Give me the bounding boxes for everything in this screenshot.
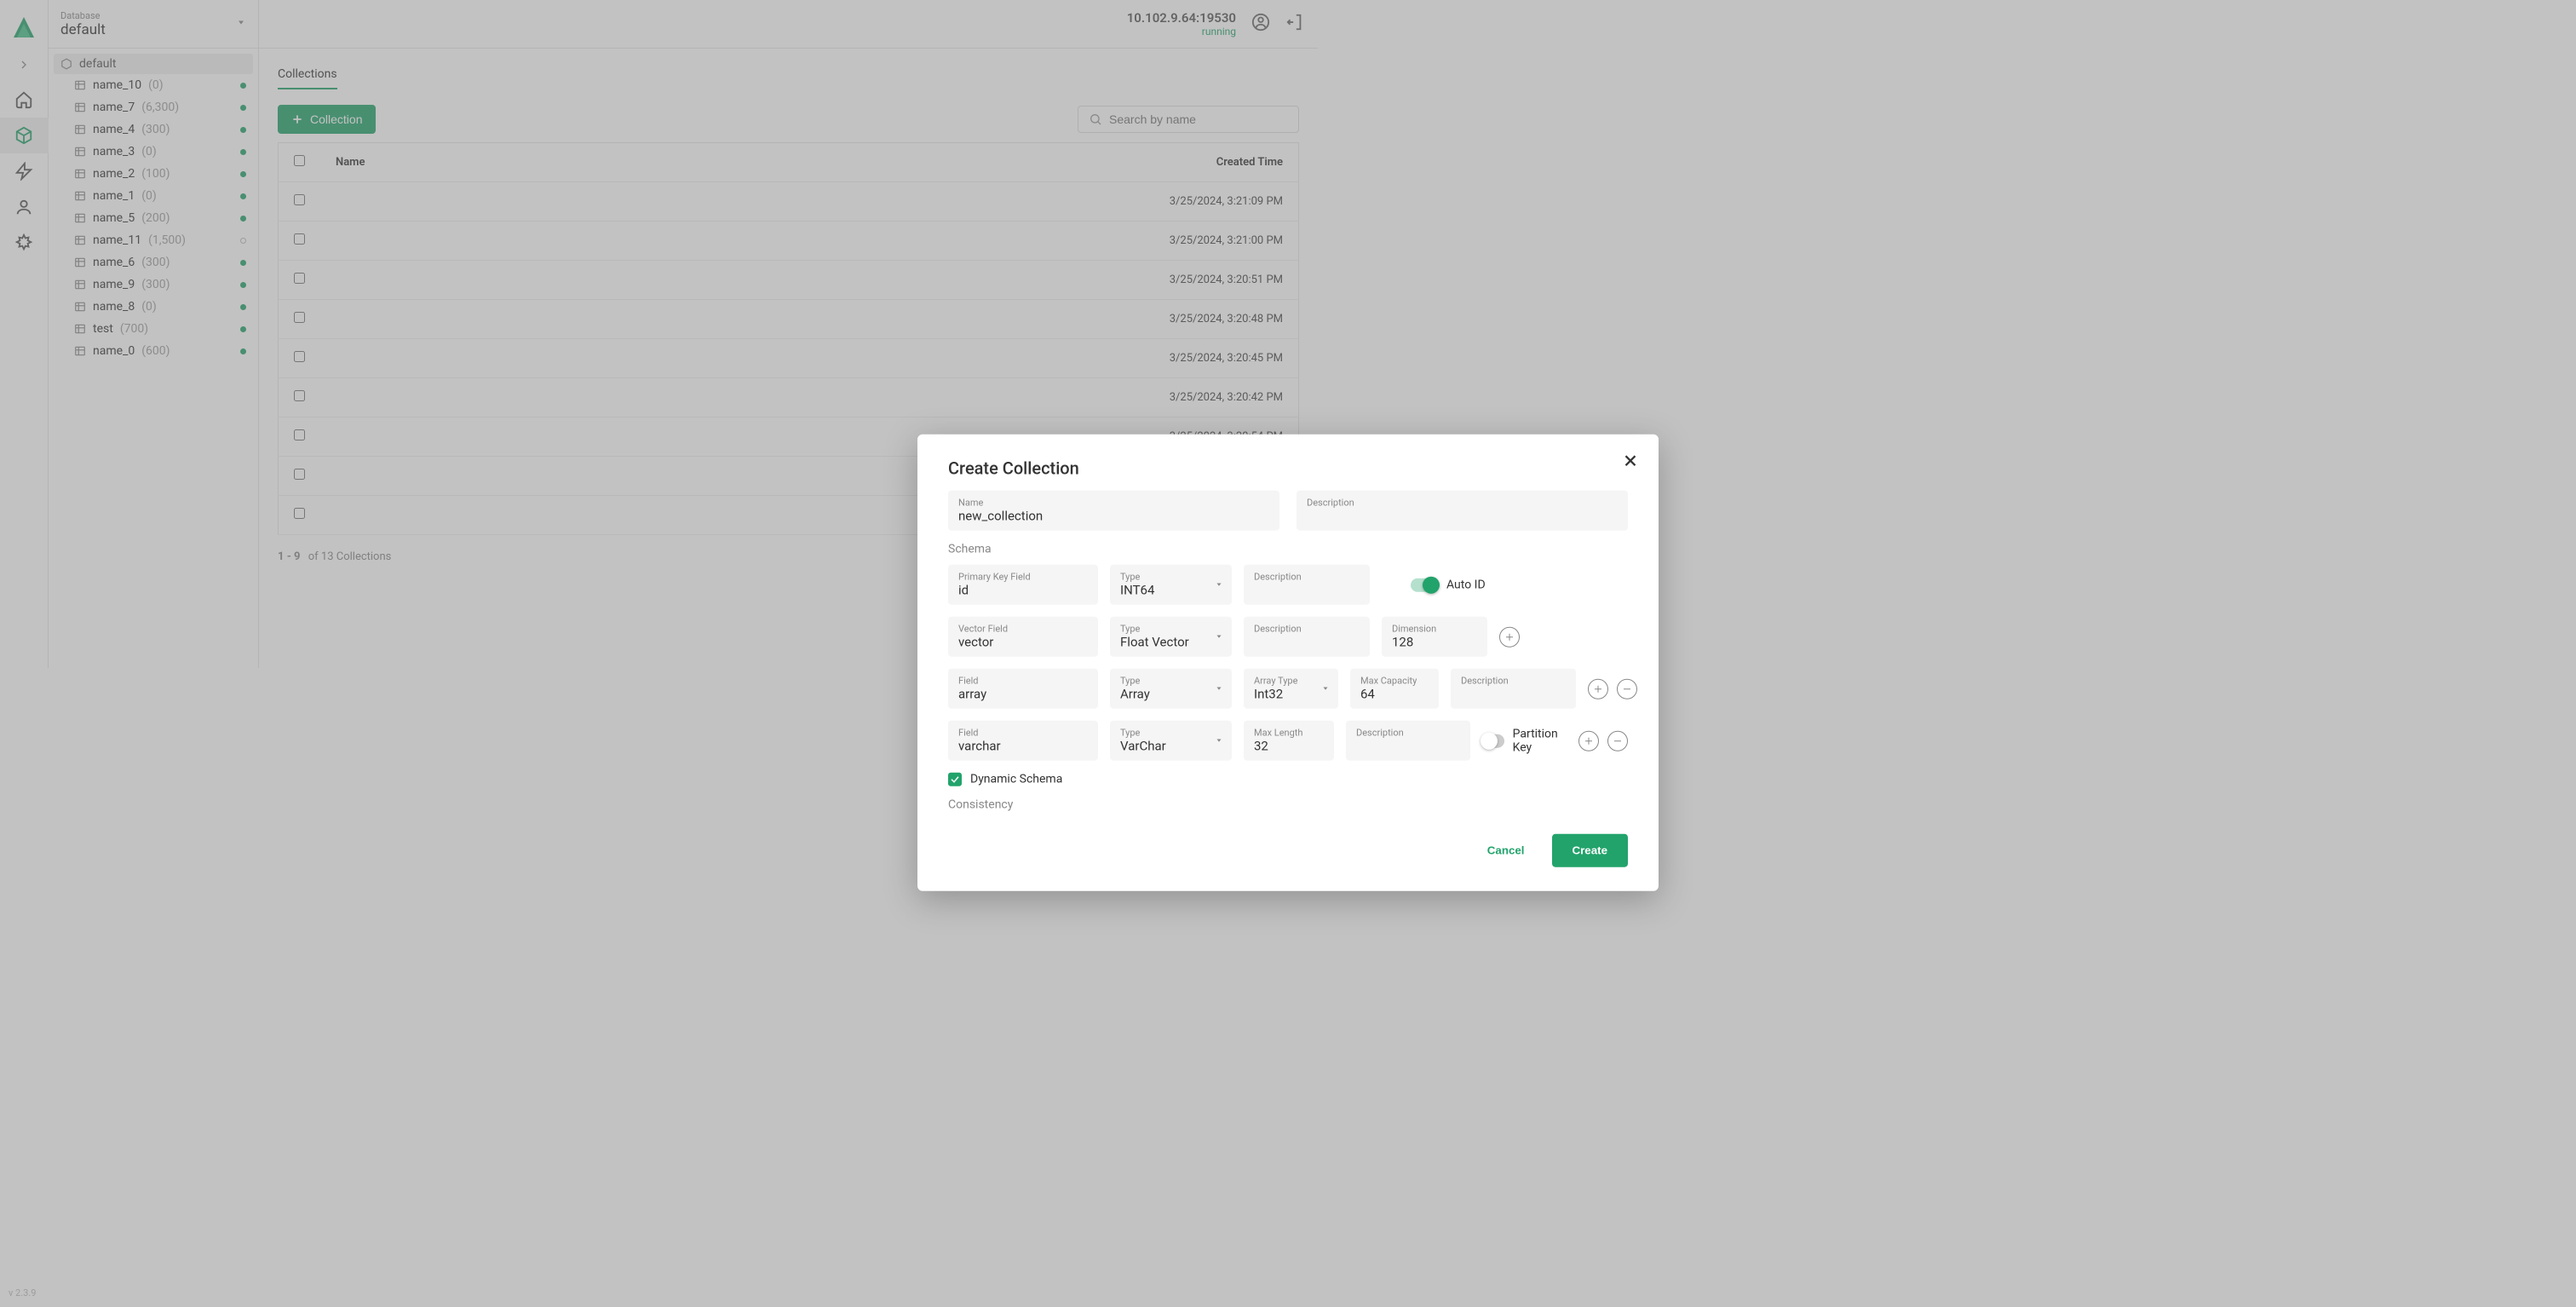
partition-key-toggle[interactable] <box>1482 734 1504 747</box>
auto-id-toggle[interactable] <box>1411 578 1438 591</box>
dynamic-schema-label: Dynamic Schema <box>970 773 1062 786</box>
array-type-select[interactable]: Type Array <box>1110 669 1232 709</box>
close-icon[interactable] <box>1621 452 1640 474</box>
partition-key-label: Partition Key <box>1513 727 1567 754</box>
vector-desc-field[interactable]: Description <box>1244 617 1370 657</box>
create-button[interactable]: Create <box>1552 834 1629 867</box>
varchar-desc-field[interactable]: Description <box>1346 721 1470 761</box>
array-eltype-select[interactable]: Array Type Int32 <box>1244 669 1338 709</box>
chevron-down-icon <box>1215 734 1223 747</box>
max-length-field[interactable]: Max Length 32 <box>1244 721 1334 761</box>
consistency-section-label: Consistency <box>948 798 1628 812</box>
pk-field[interactable]: Primary Key Field id <box>948 565 1098 605</box>
chevron-down-icon <box>1321 682 1330 695</box>
modal-title: Create Collection <box>948 458 1628 479</box>
add-field-icon[interactable] <box>1578 730 1599 751</box>
vector-type-select[interactable]: Type Float Vector <box>1110 617 1232 657</box>
add-field-icon[interactable] <box>1588 678 1608 699</box>
add-field-icon[interactable] <box>1499 626 1520 647</box>
array-desc-field[interactable]: Description <box>1451 669 1576 709</box>
description-field[interactable]: Description <box>1297 491 1628 531</box>
chevron-down-icon <box>1215 578 1223 591</box>
cancel-button[interactable]: Cancel <box>1472 834 1540 867</box>
varchar-field[interactable]: Field varchar <box>948 721 1098 761</box>
varchar-type-select[interactable]: Type VarChar <box>1110 721 1232 761</box>
chevron-down-icon <box>1215 682 1223 695</box>
chevron-down-icon <box>1215 630 1223 643</box>
create-collection-modal: Create Collection Name new_collection De… <box>917 435 1659 891</box>
remove-field-icon[interactable] <box>1607 730 1628 751</box>
vector-field[interactable]: Vector Field vector <box>948 617 1098 657</box>
pk-type-select[interactable]: Type INT64 <box>1110 565 1232 605</box>
array-field[interactable]: Field array <box>948 669 1098 709</box>
name-field[interactable]: Name new_collection <box>948 491 1279 531</box>
max-capacity-field[interactable]: Max Capacity 64 <box>1350 669 1439 709</box>
schema-section-label: Schema <box>948 543 1628 556</box>
pk-desc-field[interactable]: Description <box>1244 565 1370 605</box>
auto-id-label: Auto ID <box>1446 578 1486 591</box>
dynamic-schema-checkbox[interactable] <box>948 773 962 786</box>
dimension-field[interactable]: Dimension 128 <box>1382 617 1487 657</box>
remove-field-icon[interactable] <box>1617 678 1637 699</box>
